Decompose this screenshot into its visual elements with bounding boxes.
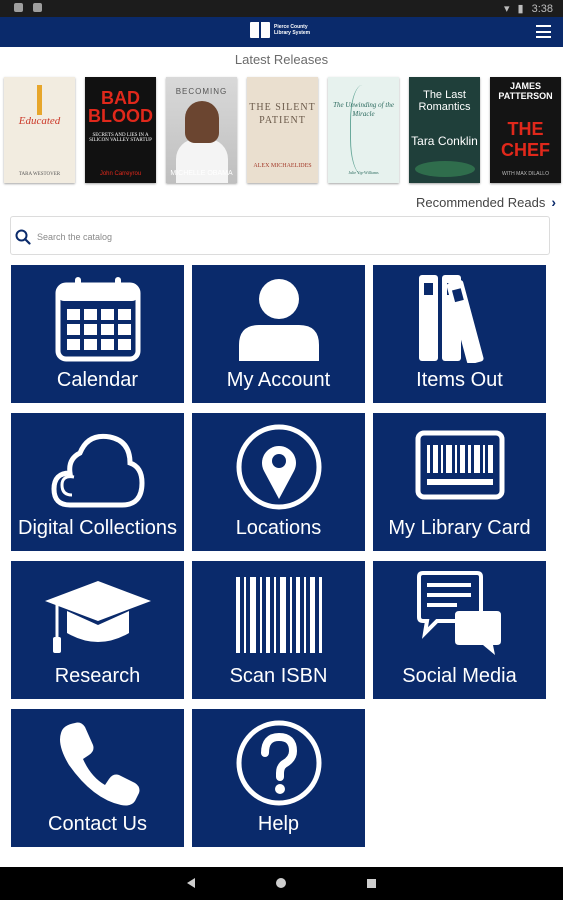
tile-digital-collections[interactable]: Digital Collections — [11, 413, 184, 551]
logo-text: Pierce County Library System — [274, 24, 311, 36]
tile-label: My Account — [226, 369, 331, 391]
tile-label: Research — [54, 665, 141, 687]
barcode-icon — [235, 577, 322, 653]
book-cover[interactable]: The Last Romantics Tara Conklin — [409, 77, 480, 183]
tile-calendar[interactable]: Calendar — [11, 265, 184, 403]
home-icon[interactable] — [276, 878, 286, 888]
tile-my-account[interactable]: My Account — [192, 265, 365, 403]
book-author: John Carreyrou — [99, 171, 142, 177]
book-title: The Unwinding of the Miracle — [333, 101, 394, 118]
book-title: THE SILENT PATIENT — [249, 102, 316, 126]
book-logo-icon — [250, 22, 270, 38]
tile-contact-us[interactable]: Contact Us — [11, 709, 184, 847]
book-author: JAMES PATTERSON — [498, 81, 553, 101]
tile-label: Scan ISBN — [229, 665, 328, 687]
book-author: MICHELLE OBAMA — [170, 170, 233, 177]
tile-scan-isbn[interactable]: Scan ISBN — [192, 561, 365, 699]
tile-label: Calendar — [56, 369, 139, 391]
tile-label: Items Out — [416, 369, 503, 391]
recommended-reads-label: Recommended Reads — [415, 194, 546, 210]
status-time: 3:38 — [531, 2, 553, 15]
tile-items-out[interactable]: Items Out — [373, 265, 546, 403]
library-logo: Pierce County Library System — [250, 22, 316, 38]
book-cover[interactable]: The Unwinding of the Miracle Julie Yip-W… — [328, 77, 399, 183]
book-cover[interactable]: JAMES PATTERSON THE CHEF WITH MAX DILALL… — [490, 77, 561, 183]
book-title: The Last Romantics — [418, 89, 471, 113]
search-icon — [15, 229, 31, 245]
calendar-icon — [55, 277, 140, 362]
tile-help[interactable]: Help — [192, 709, 365, 847]
book-title: BECOMING — [175, 87, 228, 96]
tile-label: Digital Collections — [18, 517, 177, 539]
book-author: Julie Yip-Williams — [348, 170, 379, 175]
app-header: Pierce County Library System — [0, 17, 563, 47]
chevron-right-icon: › — [551, 194, 556, 210]
graduation-cap-icon — [44, 581, 151, 653]
search-input[interactable] — [35, 225, 539, 249]
cloud-icon — [50, 433, 145, 508]
tile-social-media[interactable]: Social Media — [373, 561, 546, 699]
person-icon — [238, 279, 319, 361]
barcode-card-icon — [415, 430, 504, 500]
tile-label: Social Media — [402, 665, 517, 687]
tile-label: Locations — [235, 517, 322, 539]
tile-label: My Library Card — [388, 517, 531, 539]
book-cover[interactable]: THE SILENT PATIENT ALEX MICHAELIDES — [247, 77, 318, 183]
notification-icon — [14, 3, 23, 12]
map-pin-icon — [236, 424, 321, 510]
recent-apps-icon[interactable] — [367, 879, 376, 888]
book-cover[interactable]: BAD BLOOD SECRETS AND LIES IN A SILICON … — [85, 77, 156, 183]
hamburger-menu-icon[interactable] — [536, 25, 551, 38]
book-carousel[interactable]: Educated TARA WESTOVER BAD BLOOD SECRETS… — [4, 77, 561, 185]
book-subtitle: WITH MAX DILALLO — [502, 171, 549, 177]
tile-label: Contact Us — [48, 813, 147, 835]
book-subtitle: SECRETS AND LIES IN A SILICON VALLEY STA… — [89, 133, 152, 143]
books-icon — [418, 275, 484, 363]
latest-releases-title: Latest Releases — [234, 52, 329, 67]
book-cover[interactable]: BECOMING MICHELLE OBAMA — [166, 77, 237, 183]
book-author: Tara Conklin — [411, 134, 478, 148]
recommended-reads-link[interactable]: Recommended Reads › — [416, 194, 556, 210]
book-author: ALEX MICHAELIDES — [253, 163, 312, 169]
tile-my-library-card[interactable]: My Library Card — [373, 413, 546, 551]
status-bar: ▾ ▮ 3:38 — [0, 0, 563, 17]
tile-research[interactable]: Research — [11, 561, 184, 699]
phone-icon — [59, 722, 139, 806]
question-icon — [236, 720, 321, 806]
book-cover[interactable]: Educated TARA WESTOVER — [4, 77, 75, 183]
tile-label: Help — [257, 813, 300, 835]
book-title: BAD BLOOD — [88, 88, 153, 126]
system-nav-bar — [0, 867, 563, 900]
book-author: TARA WESTOVER — [18, 172, 61, 177]
back-icon[interactable] — [187, 878, 195, 888]
battery-icon: ▮ — [517, 3, 524, 15]
catalog-search[interactable] — [10, 216, 550, 255]
chat-bubbles-icon — [416, 571, 501, 655]
book-title: Educated — [18, 115, 61, 127]
tile-locations[interactable]: Locations — [192, 413, 365, 551]
lock-icon — [33, 3, 42, 12]
wifi-icon: ▾ — [503, 3, 510, 15]
book-title: THE CHEF — [501, 119, 550, 160]
